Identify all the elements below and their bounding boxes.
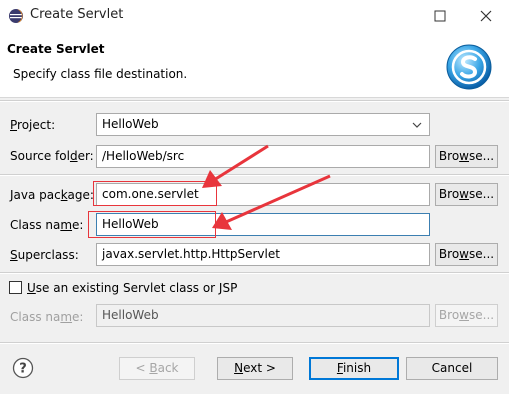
title-bar: Create Servlet	[0, 0, 509, 31]
use-existing-checkbox[interactable]	[9, 281, 22, 294]
finish-button[interactable]: Finish	[309, 357, 399, 380]
create-servlet-dialog: Create Servlet Create Servlet Specify cl…	[0, 0, 509, 394]
cancel-button[interactable]: Cancel	[406, 357, 498, 380]
java-package-label: Java package:	[10, 188, 94, 202]
source-folder-label: Source folder:	[10, 149, 94, 163]
help-icon[interactable]: ?	[12, 357, 34, 379]
class-name-input[interactable]: HelloWeb	[96, 213, 430, 236]
java-package-input[interactable]: com.one.servlet	[96, 183, 430, 206]
servlet-logo-icon	[446, 44, 492, 90]
eclipse-icon	[9, 9, 23, 23]
class-name-label: Class name:	[10, 218, 84, 232]
separator	[0, 342, 509, 344]
svg-text:?: ?	[19, 362, 27, 377]
superclass-label: Superclass:	[10, 248, 79, 262]
window-title: Create Servlet	[30, 7, 124, 22]
maximize-icon	[434, 10, 446, 21]
superclass-input[interactable]: javax.servlet.http.HttpServlet	[96, 243, 430, 266]
browse-source-folder-button[interactable]: Browse...	[435, 145, 498, 168]
existing-class-name-input: HelloWeb	[96, 304, 430, 327]
separator	[0, 174, 509, 176]
maximize-button[interactable]	[417, 0, 463, 31]
back-button: < Back	[119, 357, 195, 380]
source-folder-input[interactable]: /HelloWeb/src	[96, 145, 430, 168]
project-combo[interactable]: HelloWeb	[96, 113, 430, 136]
existing-class-name-label: Class name:	[10, 310, 84, 324]
browse-java-package-button[interactable]: Browse...	[435, 183, 498, 206]
project-value: HelloWeb	[102, 117, 159, 131]
close-button[interactable]	[463, 0, 509, 31]
page-title: Create Servlet	[7, 42, 105, 56]
use-existing-label[interactable]: Use an existing Servlet class or JSP	[27, 280, 237, 296]
next-button[interactable]: Next >	[217, 357, 293, 380]
chevron-down-icon	[412, 122, 422, 128]
page-description: Specify class file destination.	[13, 67, 188, 81]
wizard-header: Create Servlet Specify class file destin…	[0, 31, 509, 98]
separator	[0, 100, 509, 102]
browse-existing-class-button: Browse...	[435, 304, 498, 327]
separator	[0, 272, 509, 274]
close-icon	[480, 10, 492, 21]
project-label: Project:	[10, 118, 56, 132]
browse-superclass-button[interactable]: Browse...	[435, 243, 498, 266]
